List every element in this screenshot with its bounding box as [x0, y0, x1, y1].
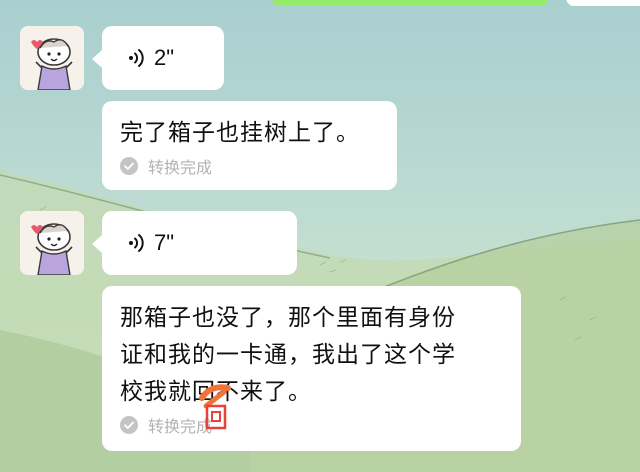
message-bubble-partial[interactable]	[566, 0, 640, 6]
transcript-line: 证和我的一卡通，我出了这个学	[120, 342, 456, 368]
voice-message-bubble[interactable]: 7"	[92, 211, 297, 275]
transcript-line: 校我就回不来了。	[120, 379, 312, 405]
cartoon-avatar-icon	[20, 211, 84, 275]
voice-message-bubble[interactable]: 2"	[92, 26, 224, 90]
sender-avatar[interactable]	[20, 211, 84, 275]
transcript-bubble[interactable]: 那箱子也没了，那个里面有身份 证和我的一卡通，我出了这个学 校我就回不来了。 转…	[102, 286, 521, 451]
transcript-line: 那箱子也没了，那个里面有身份	[120, 305, 456, 331]
sender-avatar[interactable]	[20, 26, 84, 90]
voice-duration: 7"	[154, 230, 175, 255]
check-circle-icon	[120, 157, 138, 175]
voice-duration: 2"	[154, 45, 175, 70]
check-circle-icon	[120, 416, 138, 434]
annotation-mark	[198, 376, 238, 432]
transcript-bubble[interactable]: 完了箱子也挂树上了。 转换完成	[102, 101, 397, 190]
conversion-status: 转换完成	[120, 154, 381, 178]
cartoon-avatar-icon	[20, 26, 84, 90]
transcript-text: 完了箱子也挂树上了。	[120, 120, 360, 146]
conversion-status-label: 转换完成	[148, 158, 213, 177]
conversion-status: 转换完成	[120, 413, 505, 437]
sent-message-bubble-partial[interactable]	[272, 0, 548, 6]
voice-wave-icon	[126, 232, 148, 254]
voice-wave-icon	[126, 47, 148, 69]
